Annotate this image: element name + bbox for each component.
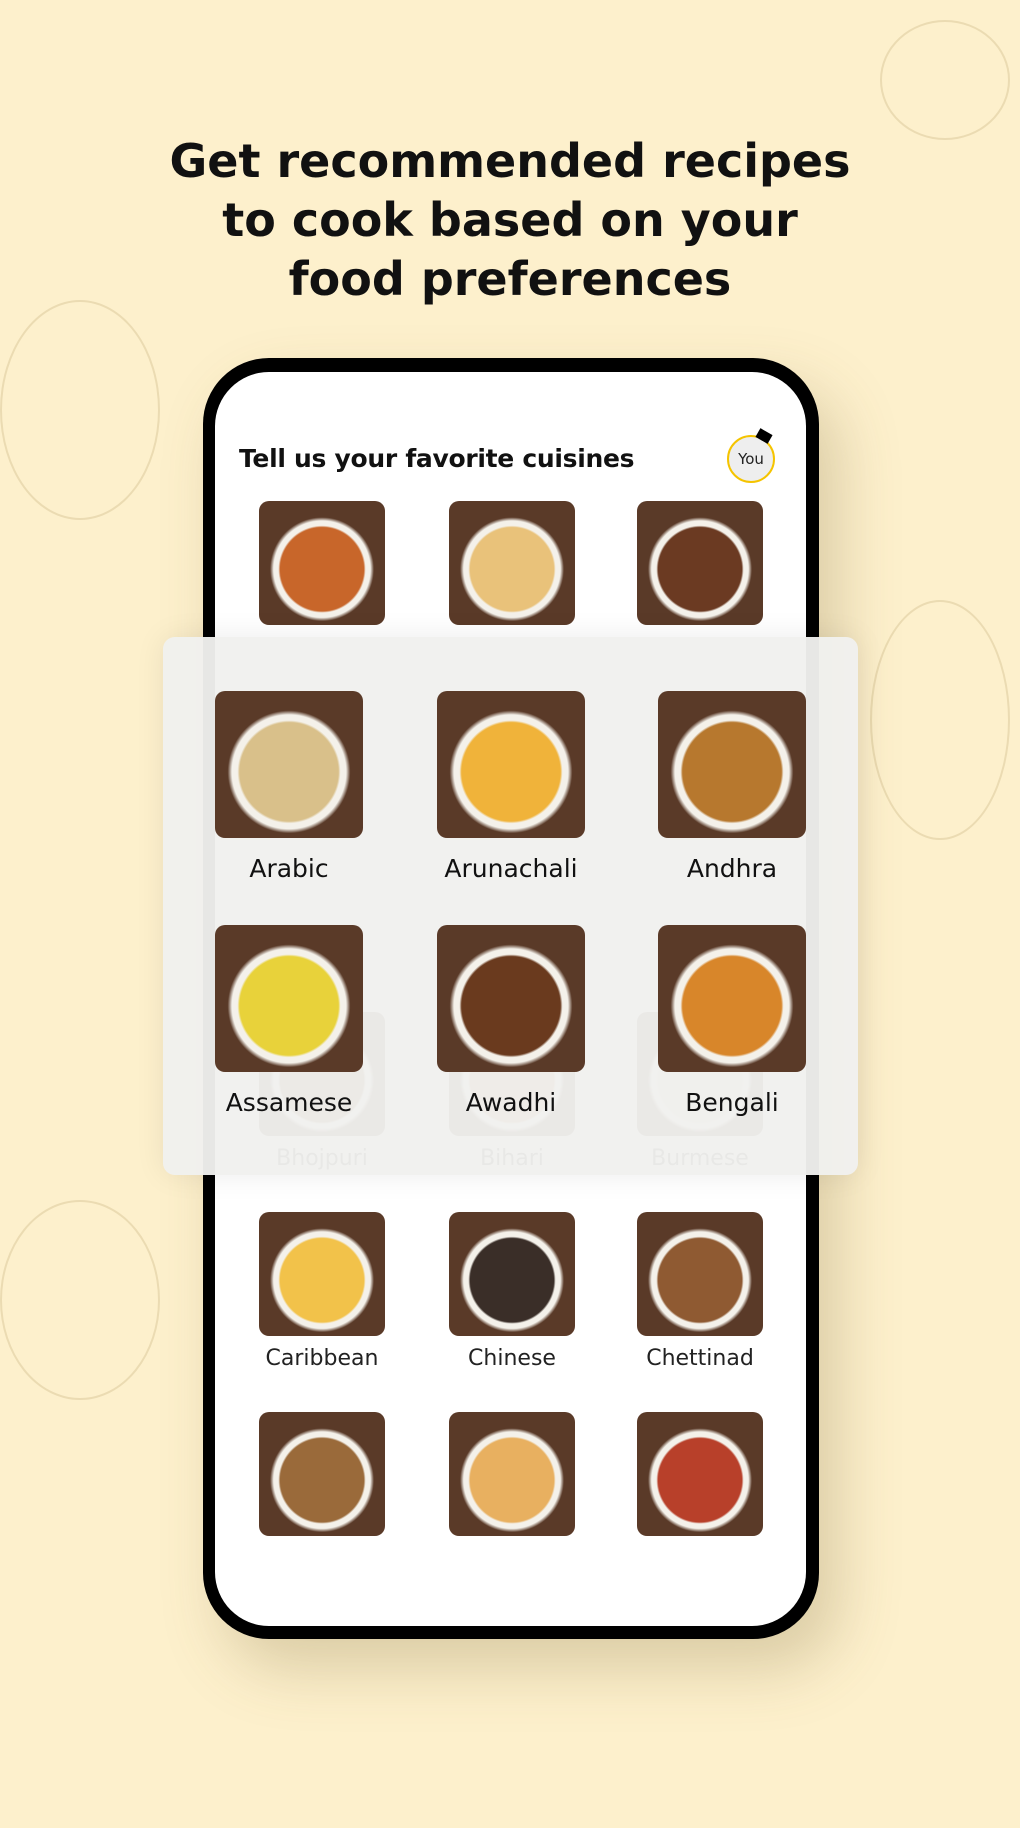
screen-title: Tell us your favorite cuisines (239, 444, 635, 473)
cuisine-label: Arunachali (444, 854, 578, 883)
background-sketch (0, 1200, 160, 1400)
cuisine-option[interactable] (259, 1412, 385, 1536)
cuisine-image (437, 691, 585, 838)
cuisine-label: Chinese (468, 1346, 556, 1371)
background-sketch (880, 20, 1010, 140)
headline-line: Get recommended recipes (169, 134, 851, 188)
cuisine-option[interactable]: Chinese (449, 1212, 575, 1371)
cuisine-option[interactable] (449, 1412, 575, 1536)
cuisine-label: Caribbean (265, 1346, 379, 1371)
cuisine-option[interactable]: Bengali (658, 925, 806, 1117)
cuisine-image (215, 691, 363, 838)
cuisine-option[interactable]: Arabic (215, 691, 363, 883)
cuisine-label: Andhra (686, 854, 778, 883)
cuisine-image (637, 501, 763, 625)
cuisine-option[interactable] (259, 501, 385, 625)
cuisine-image (637, 1412, 763, 1536)
cuisine-label: Bengali (685, 1088, 779, 1117)
headline: Get recommended recipes to cook based on… (0, 132, 1020, 309)
cuisine-image (449, 1412, 575, 1536)
cuisine-image (259, 501, 385, 625)
background-sketch (870, 600, 1010, 840)
cuisine-image (637, 1212, 763, 1336)
cuisine-label: Arabic (249, 854, 329, 883)
cuisine-option[interactable] (637, 501, 763, 625)
cuisine-image (658, 925, 806, 1072)
cuisine-image (215, 925, 363, 1072)
cuisine-option[interactable]: Assamese (215, 925, 363, 1117)
cuisine-label: Awadhi (465, 1088, 557, 1117)
cuisine-option[interactable]: Arunachali (437, 691, 585, 883)
cuisine-image (437, 925, 585, 1072)
cuisine-option[interactable]: Chettinad (637, 1212, 763, 1371)
highlighted-cuisines-card: Arabic Arunachali Andhra Assamese Awadhi Beng… (163, 637, 858, 1175)
cuisine-label: Assamese (225, 1088, 353, 1117)
cuisine-image (259, 1412, 385, 1536)
cuisine-image (449, 501, 575, 625)
cuisine-option[interactable]: Awadhi (437, 925, 585, 1117)
background-sketch (0, 300, 160, 520)
cuisine-image (259, 1212, 385, 1336)
headline-line: food preferences (288, 252, 732, 306)
cuisine-label: Chettinad (646, 1346, 754, 1371)
cuisine-option[interactable]: Andhra (658, 691, 806, 883)
cuisine-option[interactable]: Caribbean (259, 1212, 385, 1371)
cuisine-image (449, 1212, 575, 1336)
headline-line: to cook based on your (222, 193, 798, 247)
cuisine-option[interactable] (637, 1412, 763, 1536)
cuisine-image (658, 691, 806, 838)
cuisine-option[interactable] (449, 501, 575, 625)
profile-avatar[interactable]: You (727, 435, 775, 483)
